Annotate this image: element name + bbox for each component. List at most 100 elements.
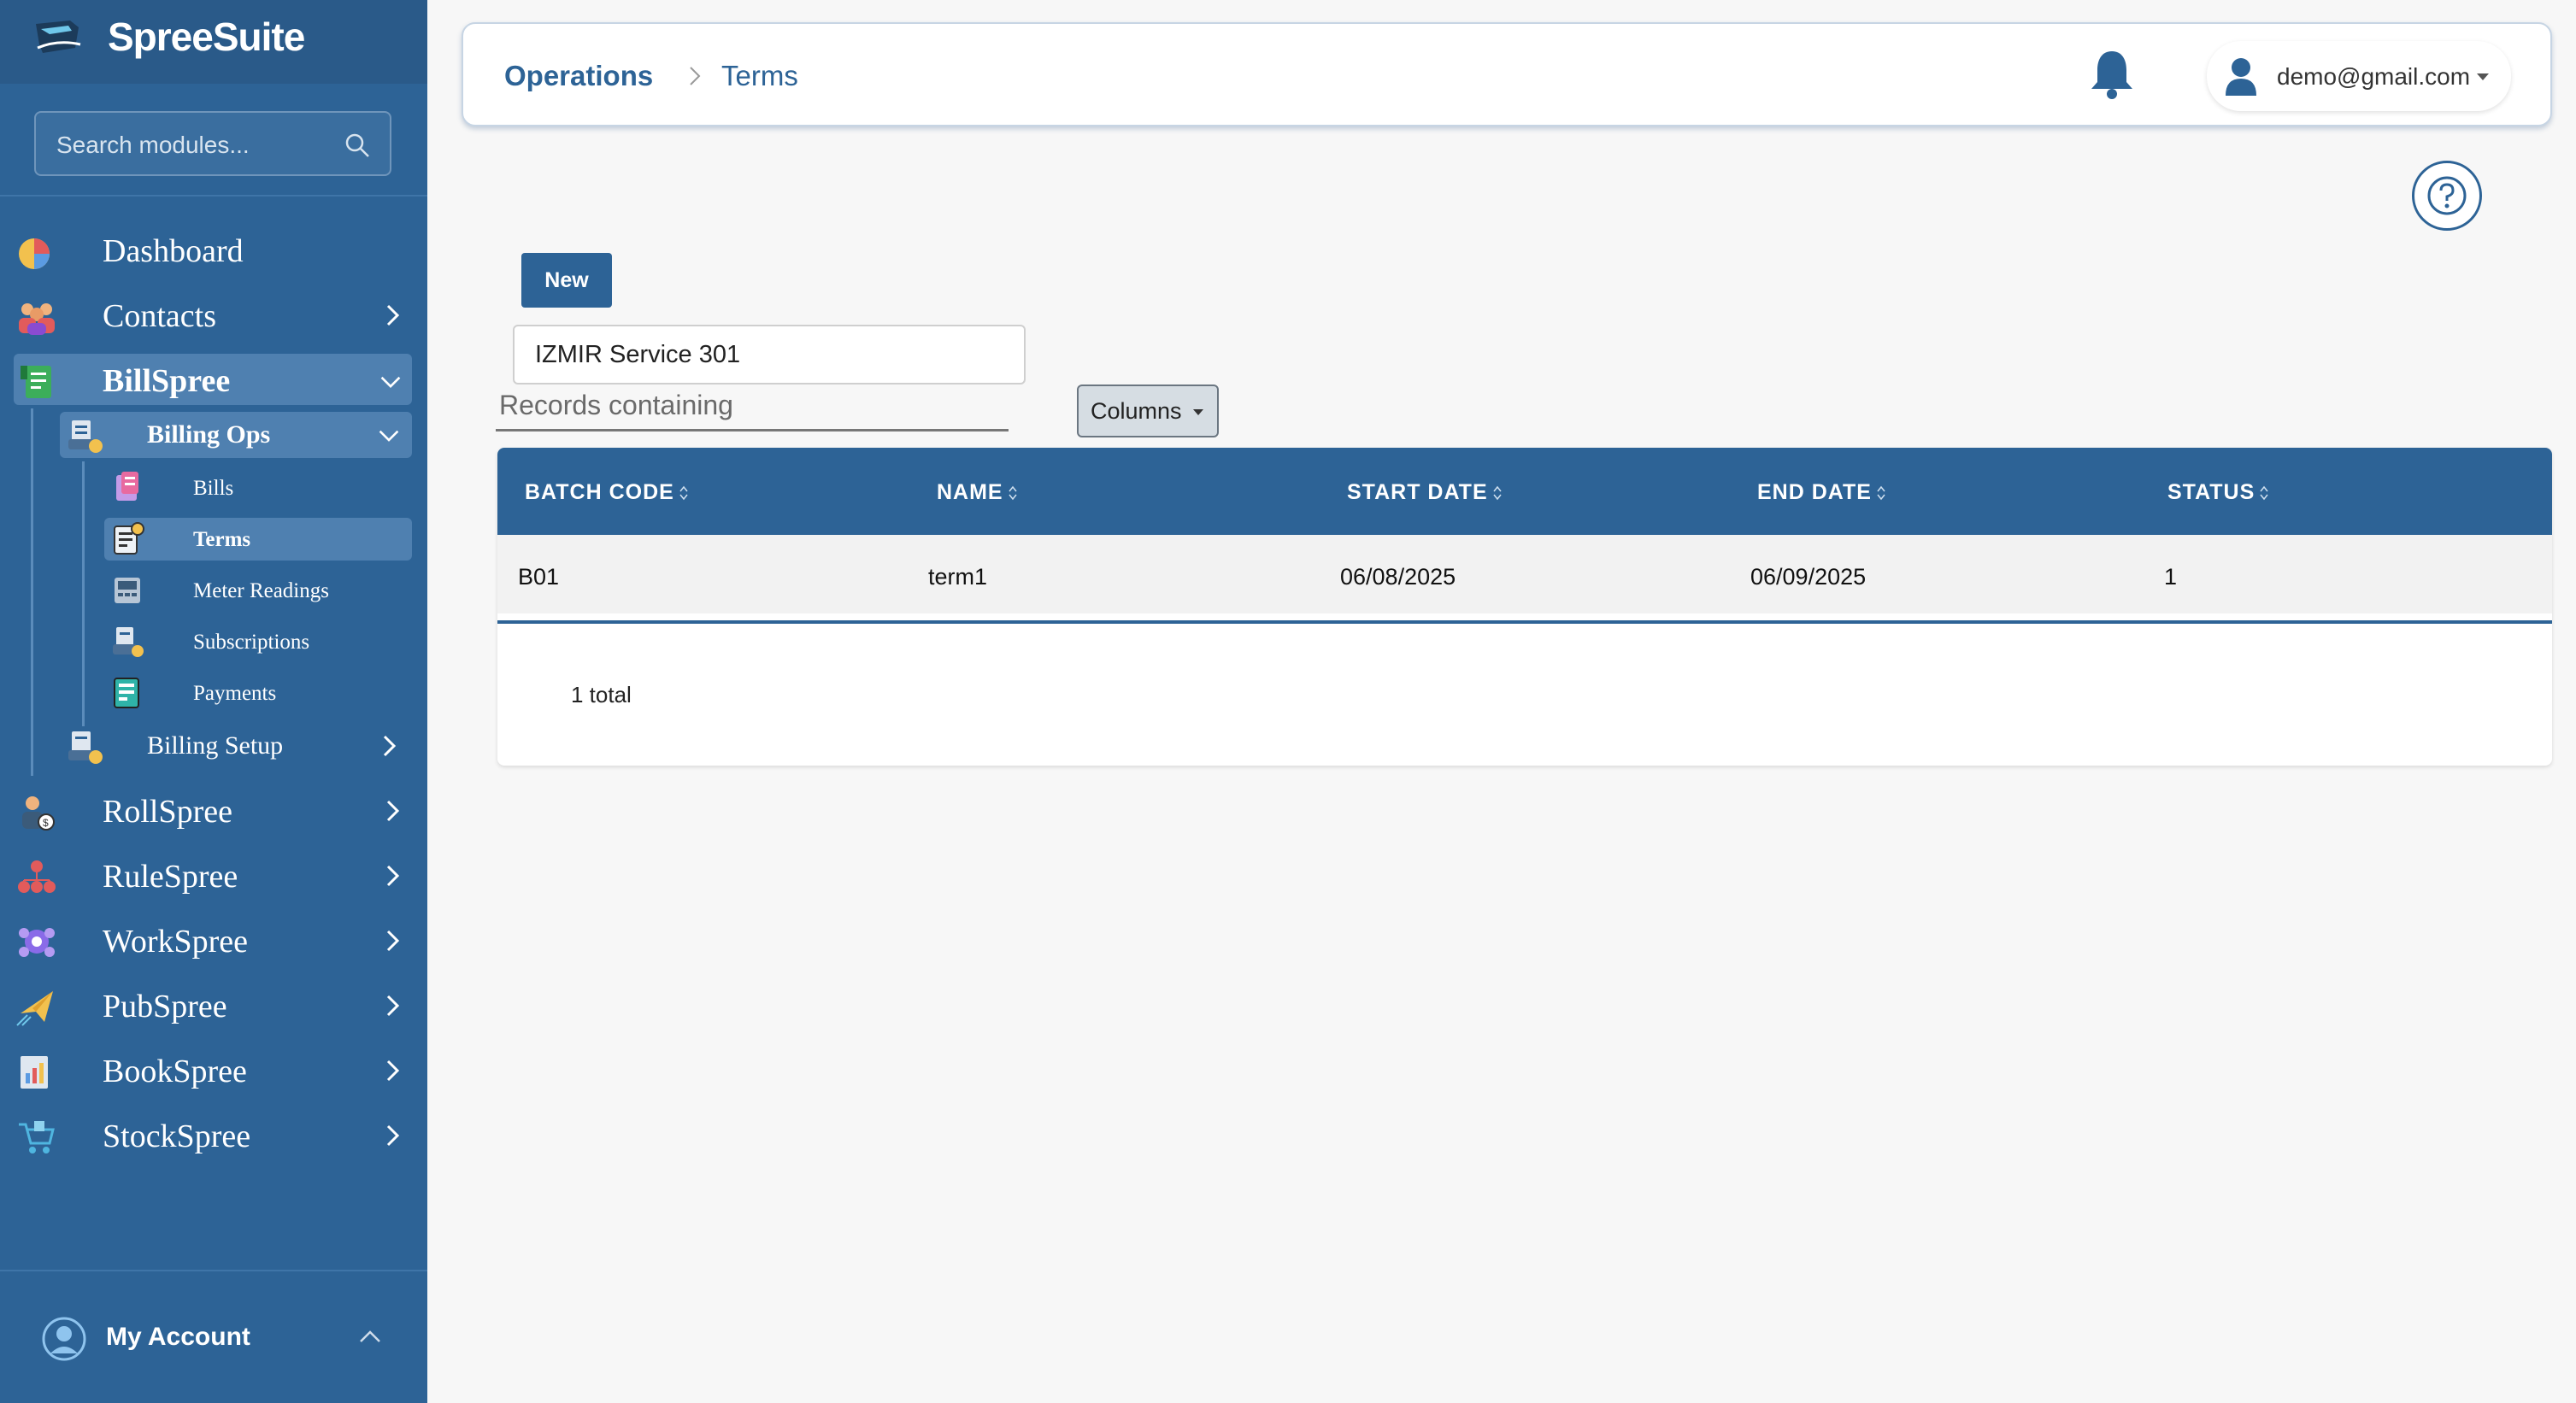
sidebar-item-rulespree[interactable]: RuleSpree xyxy=(0,849,427,901)
sidebar-item-billing-ops[interactable]: Billing Ops xyxy=(60,412,412,458)
chevron-up-icon xyxy=(360,1330,380,1342)
my-account-label: My Account xyxy=(106,1323,250,1351)
user-avatar-icon xyxy=(42,1317,86,1361)
new-button[interactable]: New xyxy=(521,253,612,308)
sidebar-item-rollspree[interactable]: $ RollSpree xyxy=(0,784,427,836)
column-header-start-date[interactable]: START DATE xyxy=(1347,480,1502,505)
sidebar: SpreeSuite Search modules... Dashboard C… xyxy=(0,0,427,1403)
help-button[interactable] xyxy=(2412,161,2482,231)
breadcrumb-current: Terms xyxy=(721,60,798,91)
sidebar-leaf-label: Subscriptions xyxy=(193,631,310,654)
tree-line xyxy=(82,461,85,726)
search-icon xyxy=(345,133,369,157)
sidebar-leaf-terms[interactable]: Terms xyxy=(104,518,412,561)
table-header: BATCH CODE NAME START DATE END DATE STAT… xyxy=(497,448,2552,535)
sidebar-item-pubspree[interactable]: PubSpree xyxy=(0,979,427,1030)
my-account[interactable]: My Account xyxy=(0,1270,427,1403)
logo[interactable]: SpreeSuite xyxy=(0,0,427,84)
column-header-status[interactable]: STATUS xyxy=(2167,480,2268,505)
sidebar-leaf-subscriptions[interactable]: Subscriptions xyxy=(104,620,412,663)
svg-text:$: $ xyxy=(43,817,49,829)
records-filter-input[interactable] xyxy=(513,325,1026,385)
ledger-icon xyxy=(21,366,51,398)
caret-down-icon xyxy=(1193,409,1203,415)
chevron-right-icon xyxy=(386,304,400,326)
records-filter-label: Records containing xyxy=(499,390,733,420)
paper-plane-icon xyxy=(16,991,53,1026)
chevron-right-icon xyxy=(386,995,400,1017)
logo-icon xyxy=(36,21,81,53)
app-name: SpreeSuite xyxy=(108,15,305,59)
column-header-label: END DATE xyxy=(1757,480,1872,504)
columns-dropdown-button[interactable]: Columns xyxy=(1077,385,1219,437)
sidebar-item-label: BookSpree xyxy=(103,1054,247,1089)
column-header-label: STATUS xyxy=(2167,480,2255,504)
module-search-placeholder: Search modules... xyxy=(56,132,250,158)
billing-setup-icon xyxy=(68,731,103,764)
chevron-right-icon xyxy=(386,865,400,887)
filter-underline xyxy=(496,429,1009,431)
sidebar-leaf-bills[interactable]: Bills xyxy=(104,467,412,509)
chart-pie-icon xyxy=(19,238,50,269)
tree-line xyxy=(31,408,33,776)
top-header: Operations Terms demo@gmail.com xyxy=(462,22,2552,126)
chevron-right-icon xyxy=(386,800,400,822)
module-search-input[interactable]: Search modules... xyxy=(34,111,391,176)
sidebar-item-dashboard[interactable]: Dashboard xyxy=(0,224,427,275)
sort-icon xyxy=(1493,486,1502,501)
meter-icon xyxy=(115,578,140,603)
sidebar-subitem-label: Billing Setup xyxy=(147,731,284,760)
sidebar-item-billing-setup[interactable]: Billing Setup xyxy=(60,723,412,769)
sidebar-item-stockspree[interactable]: StockSpree xyxy=(0,1109,427,1160)
payment-icon xyxy=(114,678,139,708)
sidebar-item-bookspree[interactable]: BookSpree xyxy=(0,1044,427,1095)
hierarchy-icon xyxy=(18,860,56,893)
sidebar-item-label: PubSpree xyxy=(103,989,227,1024)
sort-icon xyxy=(2260,486,2268,501)
chevron-right-icon xyxy=(386,930,400,952)
sidebar-item-label: RuleSpree xyxy=(103,859,238,895)
sidebar-item-label: Dashboard xyxy=(103,233,244,269)
column-header-end-date[interactable]: END DATE xyxy=(1757,480,1885,505)
sidebar-item-label: StockSpree xyxy=(103,1118,251,1154)
chevron-down-icon xyxy=(380,376,401,389)
billing-icon xyxy=(68,420,103,453)
cell-batch-code: B01 xyxy=(518,564,560,590)
sidebar-item-workspree[interactable]: WorkSpree xyxy=(0,914,427,966)
caret-down-icon xyxy=(2477,73,2489,80)
breadcrumb-operations[interactable]: Operations xyxy=(504,60,653,92)
cell-start-date: 06/08/2025 xyxy=(1340,564,1456,590)
chevron-right-icon xyxy=(386,1060,400,1082)
sidebar-leaf-payments[interactable]: Payments xyxy=(104,672,412,714)
sidebar-item-billspree[interactable]: BillSpree xyxy=(14,354,412,405)
sidebar-item-label: Contacts xyxy=(103,298,216,334)
column-header-name[interactable]: NAME xyxy=(937,480,1017,505)
sidebar-item-contacts[interactable]: Contacts xyxy=(0,289,427,340)
sidebar-leaf-label: Terms xyxy=(193,528,251,551)
cart-icon xyxy=(19,1121,55,1154)
columns-label: Columns xyxy=(1091,397,1182,424)
user-menu[interactable]: demo@gmail.com xyxy=(2207,41,2511,111)
total-count: 1 total xyxy=(571,682,632,707)
user-email: demo@gmail.com xyxy=(2277,63,2471,90)
subscription-icon xyxy=(113,627,144,657)
terms-icon xyxy=(114,522,144,555)
sidebar-item-label: BillSpree xyxy=(103,363,231,399)
chevron-right-icon xyxy=(386,1124,400,1147)
sort-icon xyxy=(1877,486,1885,501)
sidebar-leaf-label: Bills xyxy=(193,477,234,500)
table-row[interactable]: B01 term1 06/08/2025 06/09/2025 1 xyxy=(497,535,2552,613)
table-footer-rule xyxy=(497,620,2552,624)
payroll-icon: $ xyxy=(22,796,55,831)
sidebar-divider xyxy=(0,195,427,197)
sort-icon xyxy=(679,486,688,501)
cell-end-date: 06/09/2025 xyxy=(1750,564,1867,590)
breadcrumb-separator-icon xyxy=(690,67,701,85)
chevron-right-icon xyxy=(383,735,397,757)
team-icon xyxy=(19,928,55,957)
column-header-label: NAME xyxy=(937,480,1003,504)
sidebar-leaf-meter-readings[interactable]: Meter Readings xyxy=(104,569,412,612)
bell-icon[interactable] xyxy=(2087,48,2137,101)
column-header-batch-code[interactable]: BATCH CODE xyxy=(525,480,688,505)
user-icon xyxy=(2226,58,2256,96)
